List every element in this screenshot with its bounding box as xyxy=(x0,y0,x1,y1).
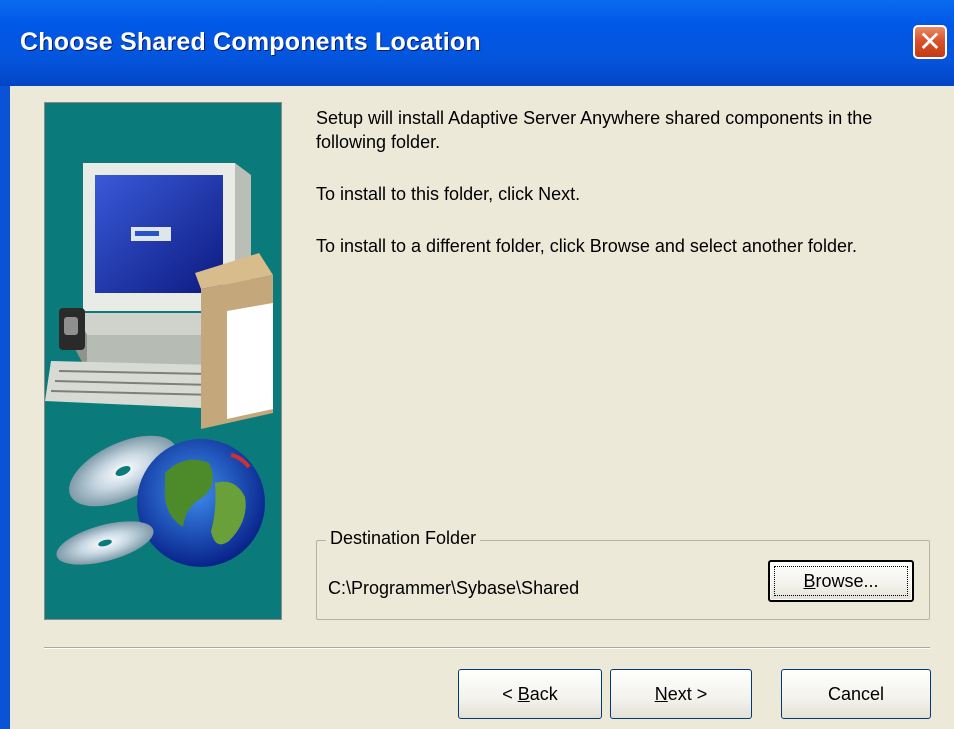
next-accel-key: N xyxy=(654,684,668,704)
next-label-rest: ext > xyxy=(667,684,708,704)
next-button-label: Next > xyxy=(611,670,751,718)
dialog-window: Choose Shared Components Location ✕ Setu… xyxy=(0,0,954,729)
destination-path: C:\Programmer\Sybase\Shared xyxy=(328,578,580,598)
setup-illustration xyxy=(44,102,282,620)
next-button[interactable]: Next > xyxy=(610,669,752,719)
cancel-button-label: Cancel xyxy=(827,684,885,704)
computer-and-globe-icon xyxy=(45,103,281,619)
browse-instruction: To install to a different folder, click … xyxy=(316,236,857,256)
browse-button[interactable]: Browse... xyxy=(768,560,914,602)
title-bar[interactable]: Choose Shared Components Location ✕ xyxy=(0,0,954,86)
focus-rectangle xyxy=(774,566,908,596)
next-instruction: To install to this folder, click Next. xyxy=(316,184,581,204)
destination-folder-label: Destination Folder xyxy=(326,526,481,550)
close-button[interactable]: ✕ xyxy=(913,25,947,59)
window-title: Choose Shared Components Location xyxy=(20,28,481,56)
back-button[interactable]: < Back xyxy=(458,669,602,719)
back-label-rest: ack xyxy=(529,684,558,704)
cancel-button[interactable]: Cancel xyxy=(781,669,931,719)
back-button-label: < Back xyxy=(459,670,601,718)
close-icon: ✕ xyxy=(918,25,942,58)
back-accel-key: B xyxy=(517,684,530,704)
intro-paragraph: Setup will install Adaptive Server Anywh… xyxy=(316,108,873,152)
dialog-client-area: Setup will install Adaptive Server Anywh… xyxy=(10,86,954,729)
back-label-prefix: < xyxy=(502,684,518,704)
button-separator xyxy=(44,647,930,649)
